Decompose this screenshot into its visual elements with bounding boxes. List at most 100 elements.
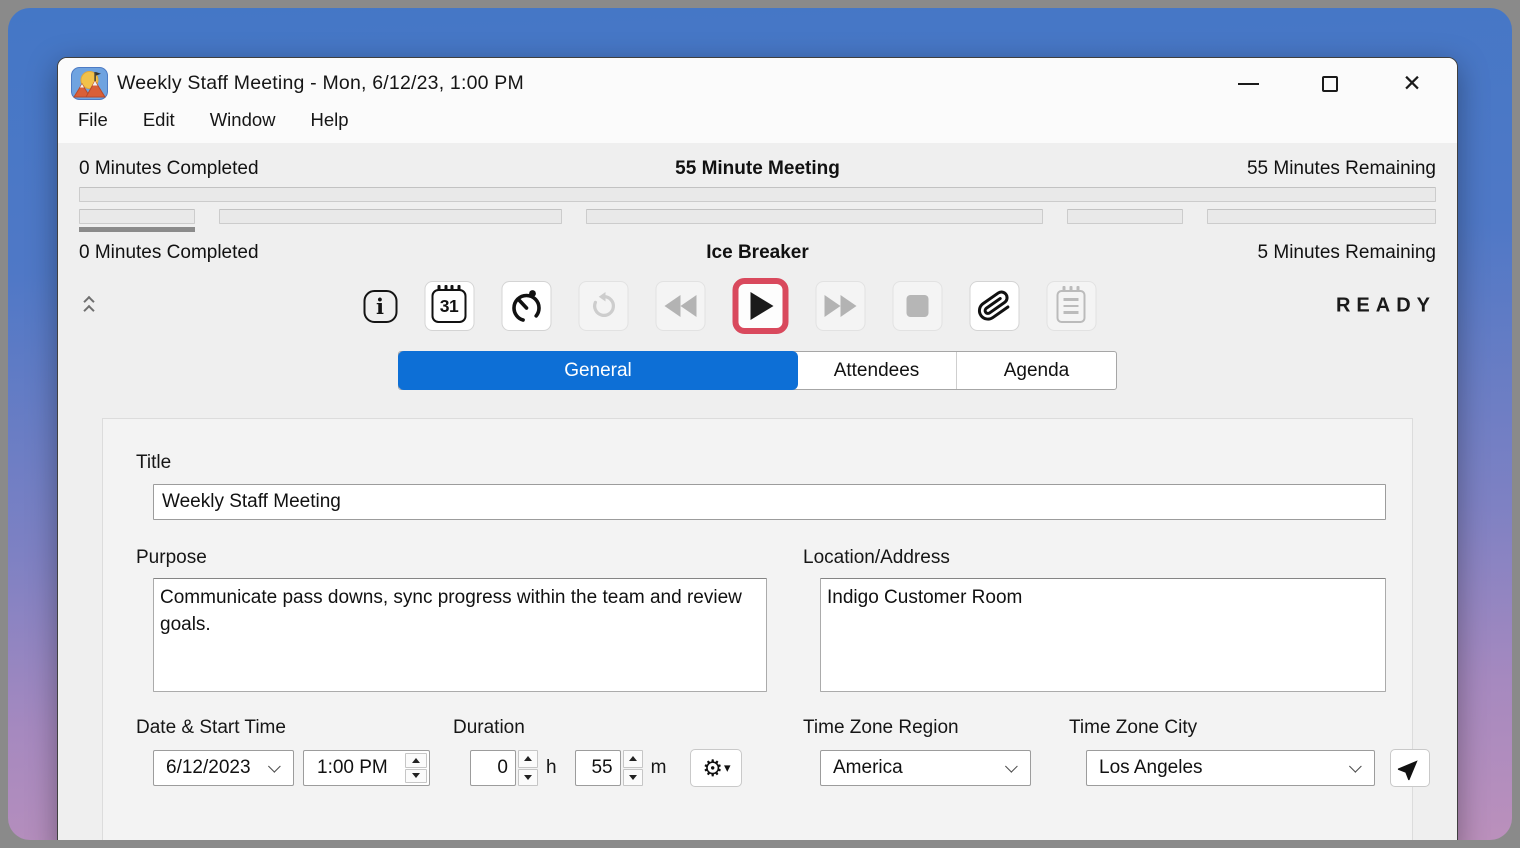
agenda-segment[interactable] [586, 209, 1043, 224]
tz-region-label: Time Zone Region [803, 717, 1069, 739]
section-title-label: Ice Breaker [409, 242, 1106, 264]
navigation-arrow-icon [1397, 755, 1423, 781]
window-title: Weekly Staff Meeting - Mon, 6/12/23, 1:0… [117, 72, 524, 95]
minutes-up-button[interactable] [623, 750, 643, 768]
tz-region-select[interactable]: America [820, 750, 1031, 786]
play-icon [751, 292, 774, 320]
schedule-row: Date & Start Time 6/12/2023 1:00 PM [136, 717, 1386, 787]
section-progress-labels: 0 Minutes Completed Ice Breaker 5 Minute… [79, 242, 1436, 264]
title-label: Title [136, 452, 1386, 474]
tz-city-label: Time Zone City [1069, 717, 1430, 739]
location-group: Location/Address Indigo Customer Room [803, 547, 1386, 692]
attachments-button[interactable] [969, 281, 1019, 331]
toolbar: i 31 [79, 277, 1436, 335]
title-input[interactable]: Weekly Staff Meeting [153, 484, 1386, 520]
duration-label: Duration [453, 717, 803, 739]
stop-button [892, 281, 942, 331]
agenda-segment[interactable] [1207, 209, 1436, 224]
fast-forward-button [815, 281, 865, 331]
spin-up-icon [412, 758, 420, 763]
paperclip-icon [974, 286, 1013, 325]
title-bar[interactable]: Weekly Staff Meeting - Mon, 6/12/23, 1:0… [58, 58, 1457, 109]
section-completed-label: 0 Minutes Completed [79, 242, 409, 264]
calendar-button[interactable]: 31 [424, 281, 474, 331]
rewind-button [655, 281, 705, 331]
chevron-down-icon [1005, 760, 1018, 773]
window-controls: ✕ [1235, 71, 1439, 97]
rewind-icon [664, 295, 696, 317]
section-remaining-label: 5 Minutes Remaining [1106, 242, 1436, 264]
time-spinner[interactable]: 1:00 PM [303, 750, 430, 786]
spin-down-icon [524, 775, 532, 780]
location-textarea[interactable]: Indigo Customer Room [820, 578, 1386, 692]
tz-city-value: Los Angeles [1099, 757, 1203, 779]
tab-attendees[interactable]: Attendees [797, 352, 956, 389]
hours-spinner [518, 750, 538, 786]
overall-progress-bar [79, 187, 1436, 202]
agenda-segment[interactable] [79, 209, 195, 224]
stop-icon [906, 295, 928, 317]
date-select[interactable]: 6/12/2023 [153, 750, 294, 786]
overall-remaining-label: 55 Minutes Remaining [1106, 158, 1436, 180]
desktop-background: Weekly Staff Meeting - Mon, 6/12/23, 1:0… [8, 8, 1512, 840]
duration-group: Duration 0 h 55 [453, 717, 803, 787]
menu-file[interactable]: File [68, 109, 118, 131]
tab-general[interactable]: General [398, 351, 798, 390]
notes-button [1046, 281, 1096, 331]
purpose-location-row: Purpose Communicate pass downs, sync pro… [136, 547, 1386, 692]
maximize-icon [1322, 76, 1338, 92]
minimize-button[interactable] [1235, 71, 1261, 97]
maximize-button[interactable] [1317, 71, 1343, 97]
timer-button[interactable] [501, 281, 551, 331]
play-button[interactable] [732, 278, 788, 334]
detect-timezone-button[interactable] [1390, 749, 1430, 787]
hours-down-button[interactable] [518, 769, 538, 787]
stopwatch-icon [507, 287, 545, 325]
tab-agenda[interactable]: Agenda [956, 352, 1116, 389]
menu-window[interactable]: Window [200, 109, 286, 131]
duration-settings-button[interactable]: ⚙ ▾ [690, 749, 742, 787]
menu-edit[interactable]: Edit [133, 109, 185, 131]
purpose-label: Purpose [136, 547, 767, 569]
segment-bar [79, 209, 1436, 224]
time-down-button[interactable] [405, 769, 427, 784]
menu-help[interactable]: Help [301, 109, 359, 131]
time-up-button[interactable] [405, 753, 427, 768]
spin-up-icon [524, 756, 532, 761]
meeting-app-window: Weekly Staff Meeting - Mon, 6/12/23, 1:0… [57, 57, 1458, 840]
spin-down-icon [629, 775, 637, 780]
minutes-down-button[interactable] [623, 769, 643, 787]
minimize-icon [1238, 83, 1259, 85]
meeting-title-label: 55 Minute Meeting [409, 158, 1106, 180]
close-icon: ✕ [1402, 72, 1421, 95]
purpose-textarea[interactable]: Communicate pass downs, sync progress wi… [153, 578, 767, 692]
tz-city-select[interactable]: Los Angeles [1086, 750, 1375, 786]
agenda-segment[interactable] [1067, 209, 1183, 224]
tz-region-group: Time Zone Region America [803, 717, 1069, 787]
close-button[interactable]: ✕ [1399, 71, 1425, 97]
spin-down-icon [412, 773, 420, 778]
tab-bar: General Attendees Agenda [398, 351, 1117, 390]
menu-bar: File Edit Window Help [58, 109, 1457, 143]
tz-city-group: Time Zone City Los Angeles [1069, 717, 1430, 787]
caret-down-icon: ▾ [724, 760, 731, 776]
chevron-down-icon [1349, 760, 1362, 773]
reset-button [578, 281, 628, 331]
collapse-panel-button[interactable] [85, 298, 93, 315]
notepad-icon [1057, 290, 1086, 323]
chevron-down-icon [268, 760, 281, 773]
minutes-spinner [623, 750, 643, 786]
info-button[interactable]: i [363, 290, 397, 323]
duration-minutes-input[interactable]: 55 [575, 750, 621, 786]
window-content: 0 Minutes Completed 55 Minute Meeting 55… [58, 143, 1457, 840]
date-value: 6/12/2023 [166, 757, 251, 779]
info-icon: i [376, 294, 384, 319]
date-start-group: Date & Start Time 6/12/2023 1:00 PM [136, 717, 453, 787]
duration-hours-input[interactable]: 0 [470, 750, 516, 786]
overall-completed-label: 0 Minutes Completed [79, 158, 409, 180]
hours-up-button[interactable] [518, 750, 538, 768]
purpose-group: Purpose Communicate pass downs, sync pro… [136, 547, 767, 692]
minutes-unit-label: m [651, 757, 667, 779]
agenda-segment[interactable] [219, 209, 562, 224]
time-value: 1:00 PM [304, 751, 405, 785]
